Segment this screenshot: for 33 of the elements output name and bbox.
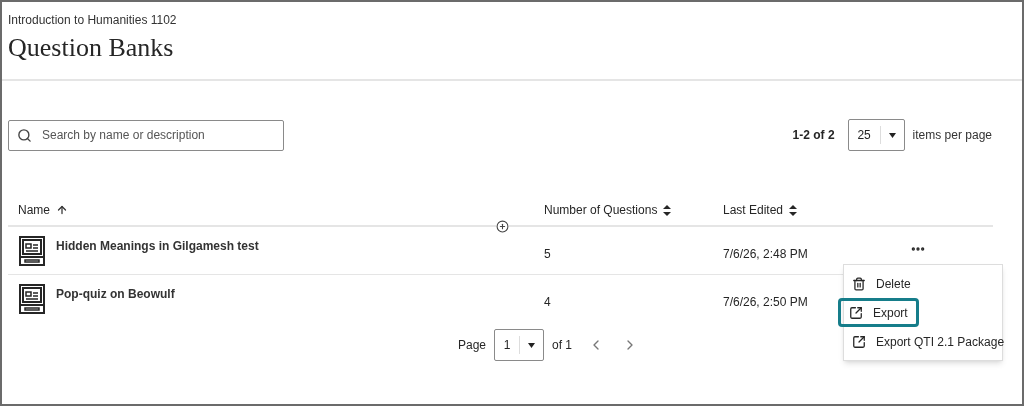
last-edited: 7/6/26, 2:48 PM — [723, 246, 808, 263]
sort-icon[interactable] — [663, 204, 672, 216]
page-total: of 1 — [552, 337, 572, 354]
bank-name[interactable]: Pop-quiz on Beowulf — [56, 285, 175, 303]
add-icon[interactable] — [496, 220, 509, 233]
column-header[interactable]: Number of Questions — [544, 201, 658, 219]
page-label: Page — [457, 337, 486, 354]
question-count: 4 — [544, 294, 551, 311]
sort-icon[interactable] — [789, 204, 798, 216]
result-count: 1-2 of 2 — [792, 127, 835, 144]
last-edited: 7/6/26, 2:50 PM — [723, 294, 808, 311]
caret-icon — [888, 132, 896, 138]
page-dropdown[interactable]: 1 — [494, 329, 544, 361]
page-title: Question Banks — [8, 32, 175, 64]
search-field[interactable]: Search by name or description — [8, 119, 284, 151]
trash-icon — [852, 276, 866, 291]
question-count: 5 — [544, 246, 551, 263]
column-header[interactable]: Name — [18, 201, 50, 219]
menu-item[interactable]: Export — [838, 298, 919, 327]
menu-item[interactable]: Delete — [841, 269, 922, 298]
external-link-icon — [849, 305, 863, 320]
course-name: Introduction to Humanities 1102 — [8, 12, 178, 29]
per-page-dropdown[interactable]: 25 — [847, 119, 905, 151]
bank-name[interactable]: Hidden Meanings in Gilgamesh test — [56, 237, 259, 255]
per-page-label: items per page — [912, 127, 992, 144]
menu-item[interactable]: Export QTI 2.1 Package — [841, 327, 1016, 356]
external-link-icon — [852, 334, 866, 349]
search-icon — [17, 127, 32, 143]
sort-ascending-icon[interactable] — [56, 204, 68, 216]
question-bank-icon — [18, 283, 46, 315]
question-bank-icon — [18, 235, 46, 267]
caret-icon — [528, 342, 535, 348]
column-header[interactable]: Last Edited — [723, 201, 784, 219]
